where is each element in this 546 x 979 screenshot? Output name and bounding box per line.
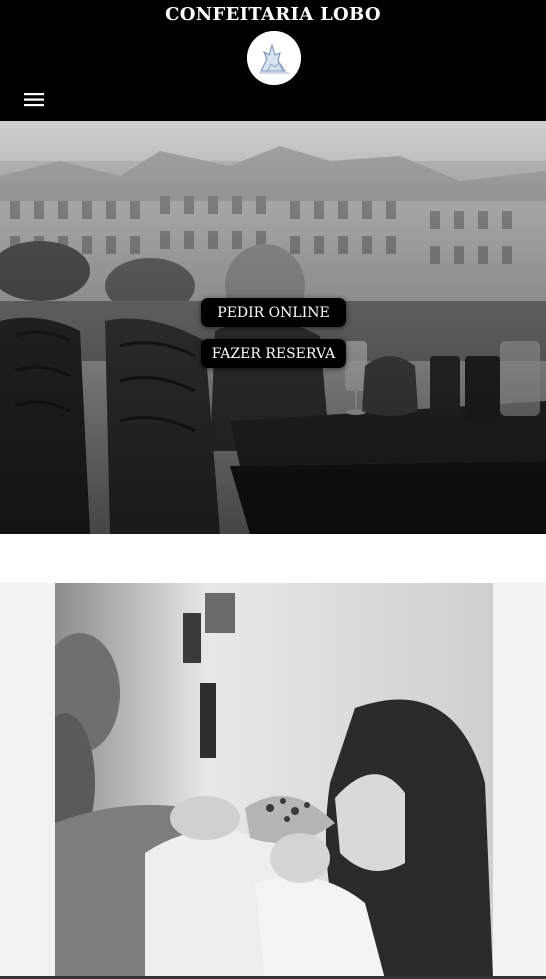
site-title: CONFEITARIA LOBO (165, 4, 381, 25)
wolf-logo-icon[interactable] (247, 31, 301, 85)
hamburger-menu-icon[interactable] (24, 92, 44, 107)
order-online-button[interactable]: PEDIR ONLINE (201, 298, 346, 327)
section-spacer (0, 534, 546, 583)
gallery-section (0, 583, 546, 979)
woman-eating-taco-photo (55, 583, 493, 979)
hero-cafe-photo (0, 121, 546, 534)
site-header: CONFEITARIA LOBO (0, 0, 546, 121)
make-reservation-button[interactable]: FAZER RESERVA (201, 339, 346, 368)
hero-banner: PEDIR ONLINE FAZER RESERVA (0, 121, 546, 534)
